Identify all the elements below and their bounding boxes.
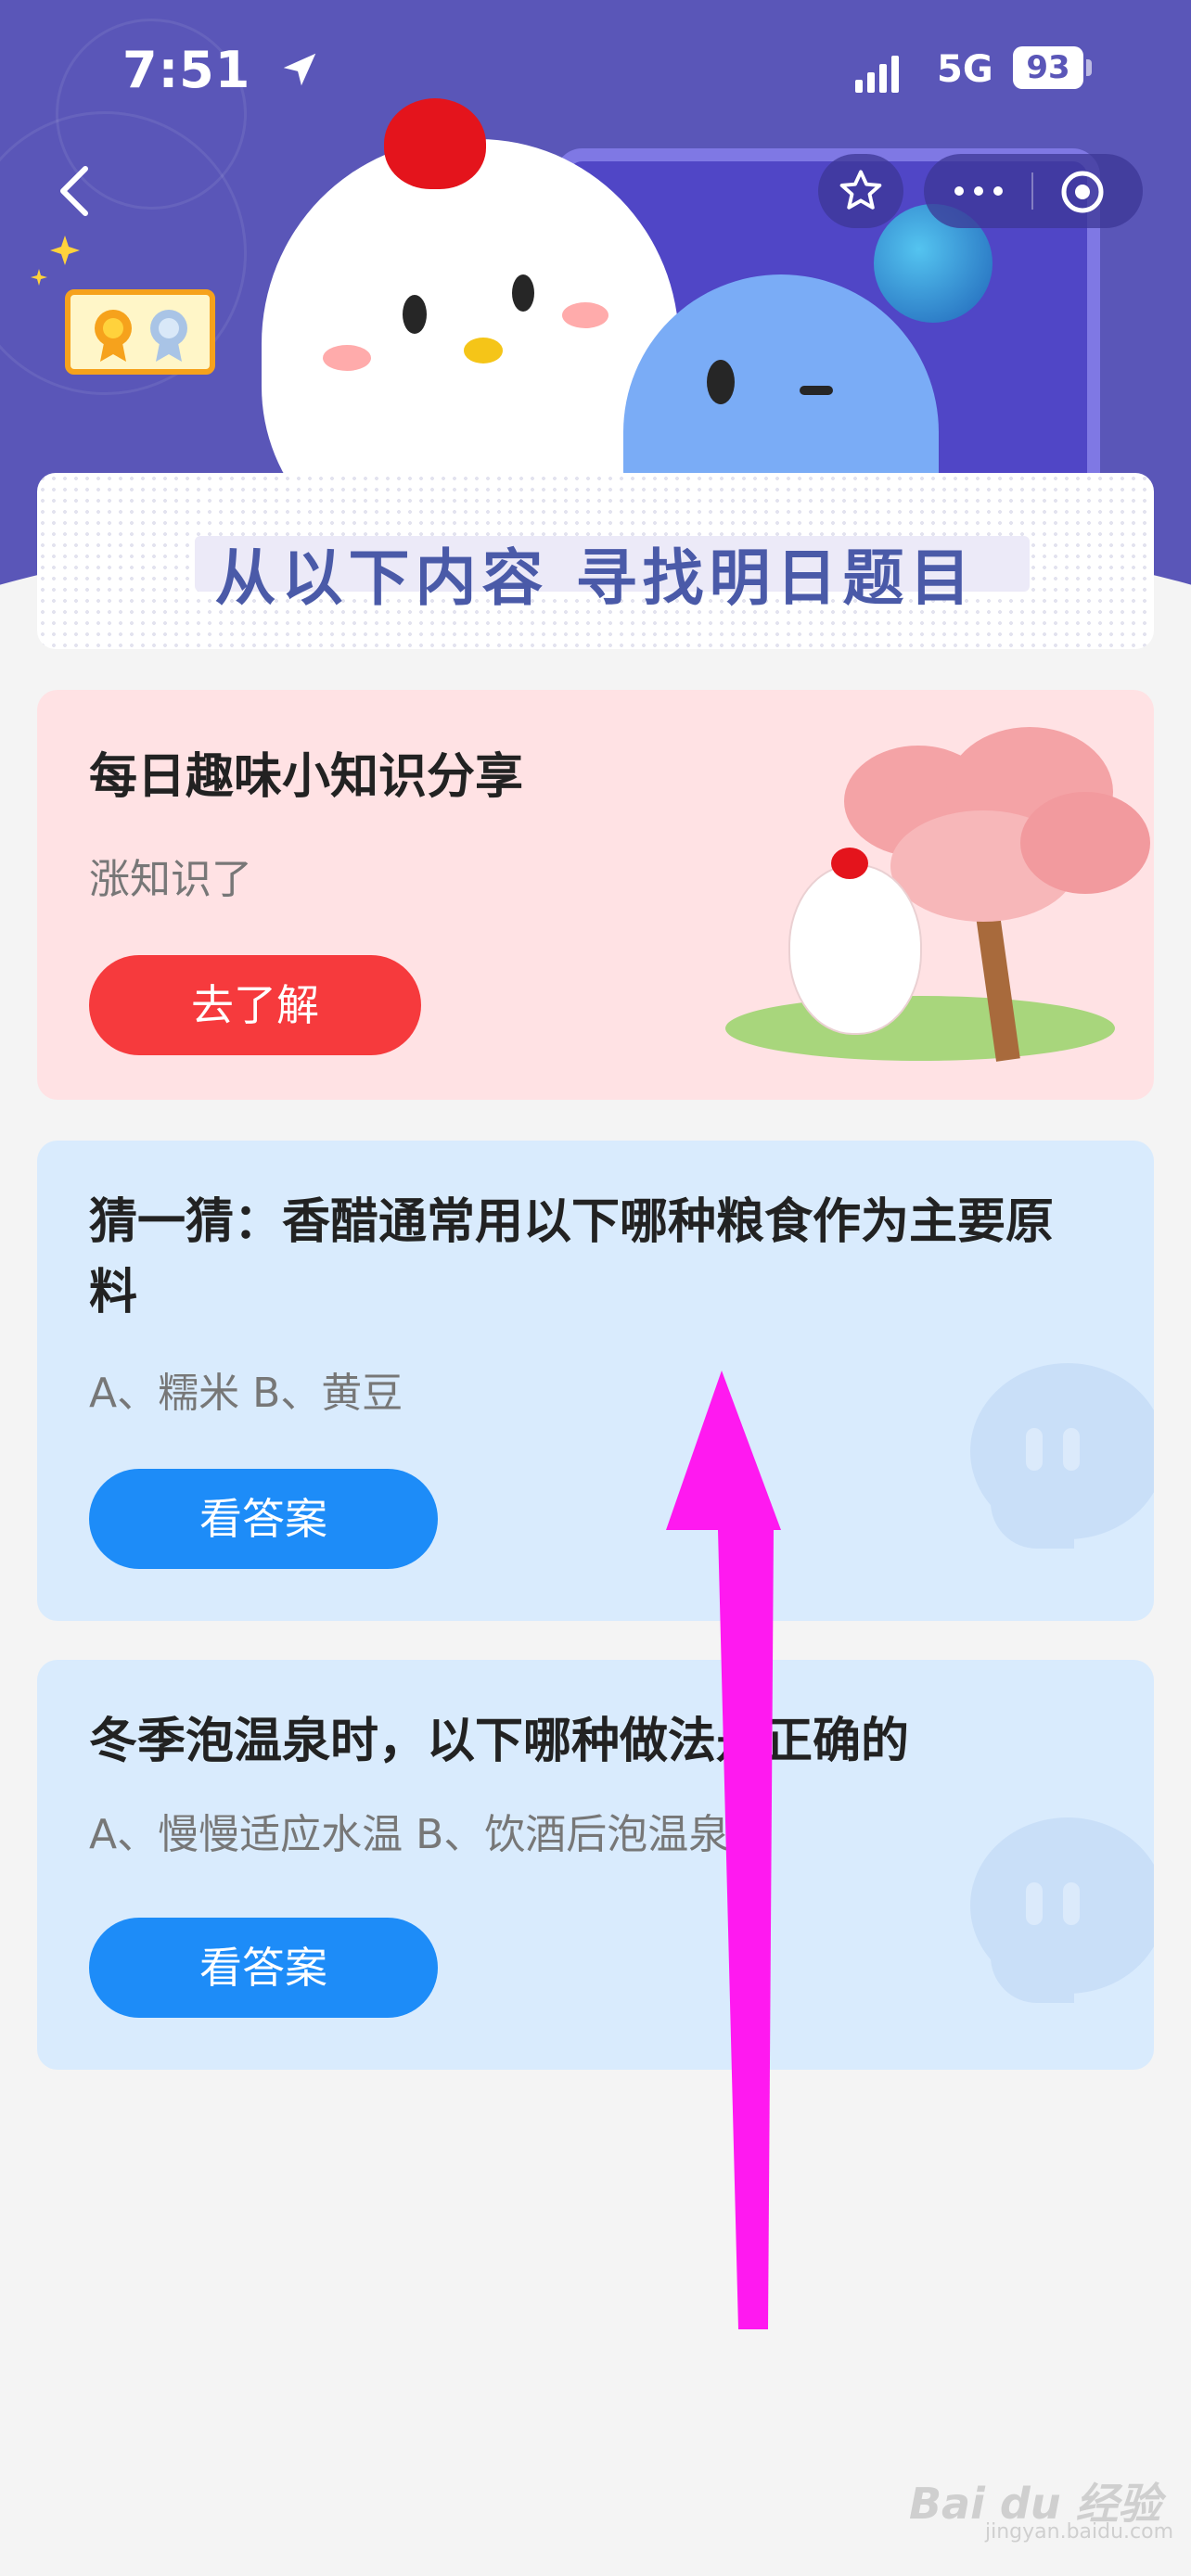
learn-more-button[interactable]: 去了解 xyxy=(89,955,421,1055)
mini-program-capsule xyxy=(924,154,1143,228)
chick-comb xyxy=(384,98,486,189)
medal-board-icon xyxy=(65,289,215,375)
chick-cheek xyxy=(323,345,371,371)
chick-eye xyxy=(512,274,534,312)
favorite-button[interactable] xyxy=(818,154,903,228)
banner-title: 从以下内容 寻找明日题目 xyxy=(214,542,977,614)
alien-eye xyxy=(707,360,735,404)
chick-eye xyxy=(403,295,427,334)
alien-wink xyxy=(800,386,833,395)
more-dots-icon[interactable] xyxy=(950,178,1007,204)
chat-bubble-icon xyxy=(970,1817,1154,2003)
network-type: 5G xyxy=(937,48,993,91)
signal-bars-icon xyxy=(855,56,899,93)
daily-knowledge-card: 每日趣味小知识分享 涨知识了 去了解 xyxy=(37,690,1154,1100)
sparkle-icon xyxy=(31,236,80,286)
chick-mascot-small xyxy=(790,866,920,1033)
quiz-card: 猜一猜：香醋通常用以下哪种粮食作为主要原料 A、糯米 B、黄豆 看答案 xyxy=(37,1141,1154,1621)
chevron-left-icon[interactable] xyxy=(56,163,93,219)
chat-bubble-icon xyxy=(970,1363,1154,1549)
chick-cheek xyxy=(562,302,608,328)
question-title: 猜一猜：香醋通常用以下哪种粮食作为主要原料 xyxy=(89,1194,1055,1320)
card-subtitle: 涨知识了 xyxy=(89,856,252,903)
view-answer-button[interactable]: 看答案 xyxy=(89,1918,438,2018)
question-options: A、糯米 B、黄豆 xyxy=(89,1370,403,1417)
watermark-domain: jingyan.baidu.com xyxy=(985,2520,1174,2544)
status-time: 7:51 xyxy=(122,41,251,99)
chick-beak xyxy=(464,338,503,363)
view-answer-button[interactable]: 看答案 xyxy=(89,1469,438,1569)
battery-level: 93 xyxy=(1013,46,1083,89)
star-icon xyxy=(839,170,882,210)
quiz-card: 冬季泡温泉时，以下哪种做法是正确的 A、慢慢适应水温 B、饮酒后泡温泉 看答案 xyxy=(37,1660,1154,2070)
location-arrow-icon xyxy=(283,53,316,86)
chick-comb-small xyxy=(831,848,868,879)
title-banner: 从以下内容 寻找明日题目 xyxy=(37,473,1154,649)
battery-icon: 93 xyxy=(1013,46,1093,89)
question-title: 冬季泡温泉时，以下哪种做法是正确的 xyxy=(89,1714,910,1769)
record-circle-icon[interactable] xyxy=(1059,169,1106,215)
question-options: A、慢慢适应水温 B、饮酒后泡温泉 xyxy=(89,1811,730,1858)
